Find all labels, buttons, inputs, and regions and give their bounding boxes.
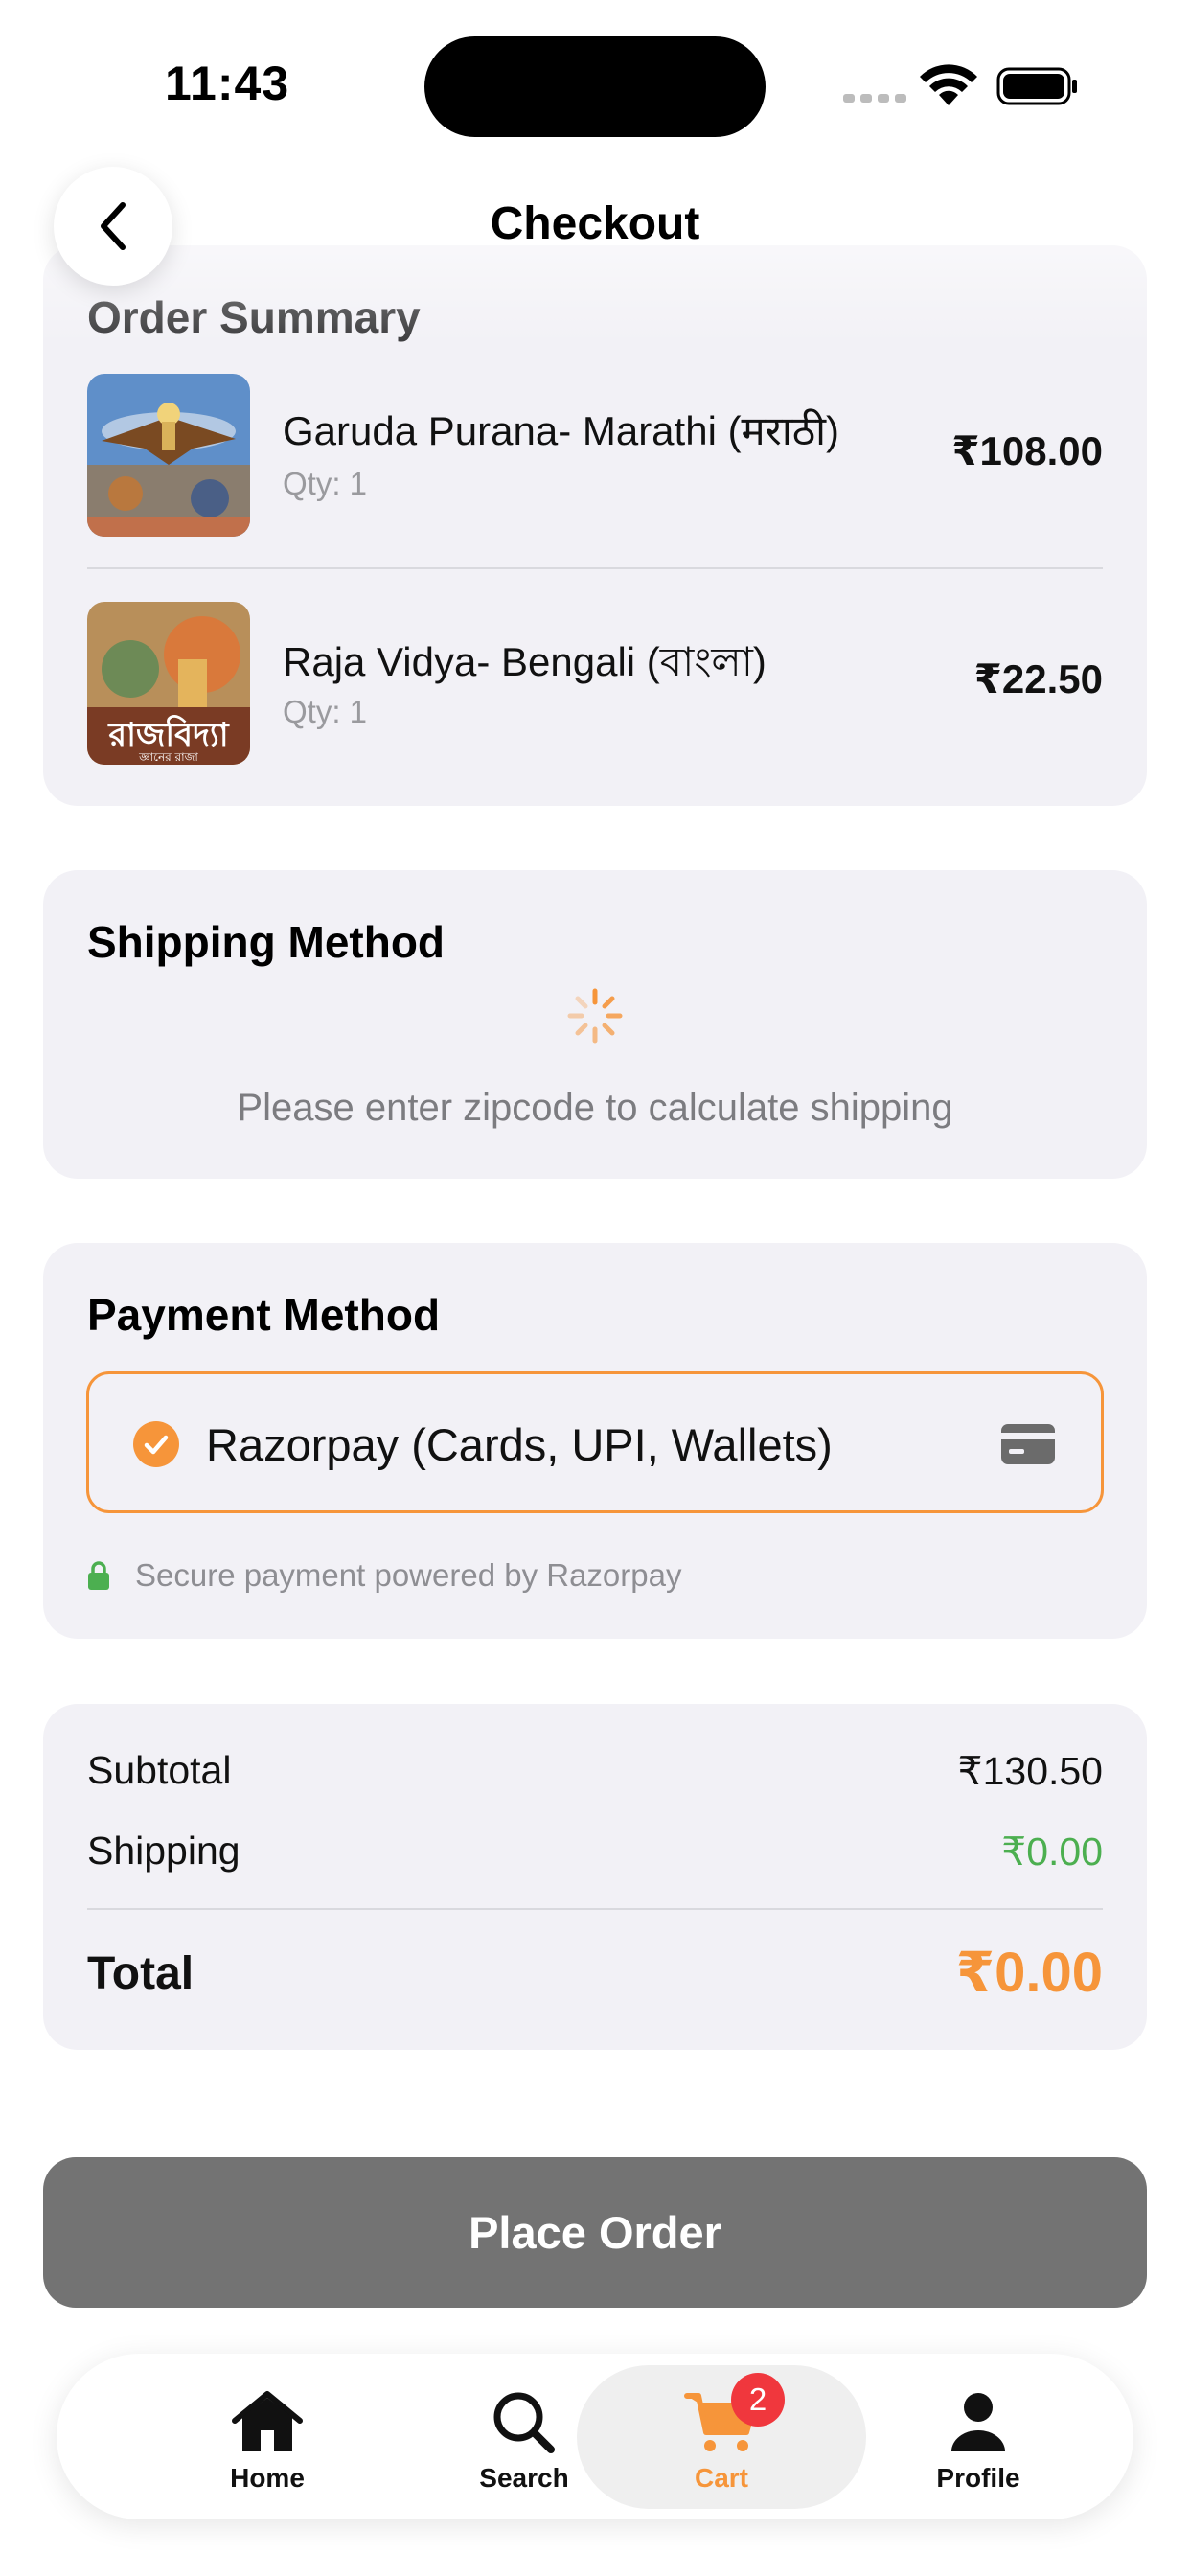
order-item: রাজবিদ্যা জ্ঞানের রাজা Raja Vidya- Benga…: [87, 602, 1103, 765]
product-thumbnail: রাজবিদ্যা জ্ঞানের রাজা: [87, 602, 250, 765]
item-name: Raja Vidya- Bengali (বাংলা): [283, 639, 767, 684]
order-summary-card: Order Summary Garuda Purana- Marathi (मर…: [43, 245, 1147, 806]
product-thumbnail: [87, 374, 250, 537]
tab-home[interactable]: Home: [124, 2367, 411, 2506]
payment-option-razorpay[interactable]: Razorpay (Cards, UPI, Wallets): [86, 1371, 1104, 1513]
secure-payment-note: Secure payment powered by Razorpay: [87, 1557, 681, 1594]
person-icon: [951, 2393, 1005, 2451]
cover-title: রাজবিদ্যা: [107, 715, 229, 754]
subtotal-value: ₹130.50: [957, 1749, 1104, 1793]
place-order-button[interactable]: Place Order: [43, 2157, 1147, 2308]
page-title: Checkout: [490, 198, 700, 249]
item-price: ₹22.50: [973, 656, 1103, 702]
tab-label: Profile: [936, 2463, 1020, 2493]
item-name: Garuda Purana- Marathi (मराठी): [283, 408, 839, 453]
credit-card-icon: [1001, 1424, 1055, 1464]
checkmark-icon: [133, 1421, 179, 1467]
search-icon: [493, 2392, 555, 2453]
dynamic-island: [424, 36, 766, 137]
secure-payment-text: Secure payment powered by Razorpay: [135, 1557, 682, 1593]
status-bar: 11:43: [0, 0, 1190, 163]
loading-spinner-icon: [567, 988, 623, 1044]
item-quantity: Qty: 1: [283, 466, 368, 501]
shipping-label: Shipping: [87, 1828, 240, 1873]
item-price: ₹108.00: [951, 428, 1103, 473]
tab-profile[interactable]: Profile: [835, 2367, 1122, 2506]
tab-label: Home: [230, 2463, 305, 2493]
cart-count-badge: 2: [731, 2373, 785, 2426]
tab-bar: Home Search 2 Cart Profile: [57, 2354, 1133, 2519]
shipping-value: ₹0.00: [1001, 1829, 1103, 1874]
lock-icon: [88, 1561, 109, 1590]
subtotal-label: Subtotal: [87, 1748, 232, 1792]
shipping-method-card: Shipping Method Please enter zipcode to …: [43, 870, 1147, 1179]
home-icon: [232, 2391, 303, 2451]
cover-subtitle: জ্ঞানের রাজা: [138, 750, 198, 764]
order-totals-card: Subtotal ₹130.50 Shipping ₹0.00 Total ₹0…: [43, 1704, 1147, 2050]
tab-cart[interactable]: 2 Cart: [578, 2367, 865, 2506]
wifi-icon: [920, 64, 977, 105]
total-value: ₹0.00: [955, 1942, 1103, 2004]
payment-option-label: Razorpay (Cards, UPI, Wallets): [206, 1419, 833, 1470]
cellular-signal-icon: [843, 94, 906, 103]
order-summary-title: Order Summary: [87, 292, 421, 342]
order-item: Garuda Purana- Marathi (मराठी) Qty: 1 ₹1…: [87, 374, 1103, 537]
item-quantity: Qty: 1: [283, 694, 368, 729]
payment-method-title: Payment Method: [87, 1290, 441, 1340]
total-label: Total: [87, 1948, 195, 1999]
divider: [87, 567, 1103, 569]
divider: [87, 1908, 1103, 1910]
shipping-message: Please enter zipcode to calculate shippi…: [237, 1087, 953, 1129]
payment-method-card: Payment Method Razorpay (Cards, UPI, Wal…: [43, 1243, 1147, 1639]
battery-icon: [996, 67, 1077, 105]
status-time: 11:43: [165, 57, 290, 110]
shipping-method-title: Shipping Method: [87, 917, 446, 967]
tab-label: Cart: [694, 2463, 748, 2493]
